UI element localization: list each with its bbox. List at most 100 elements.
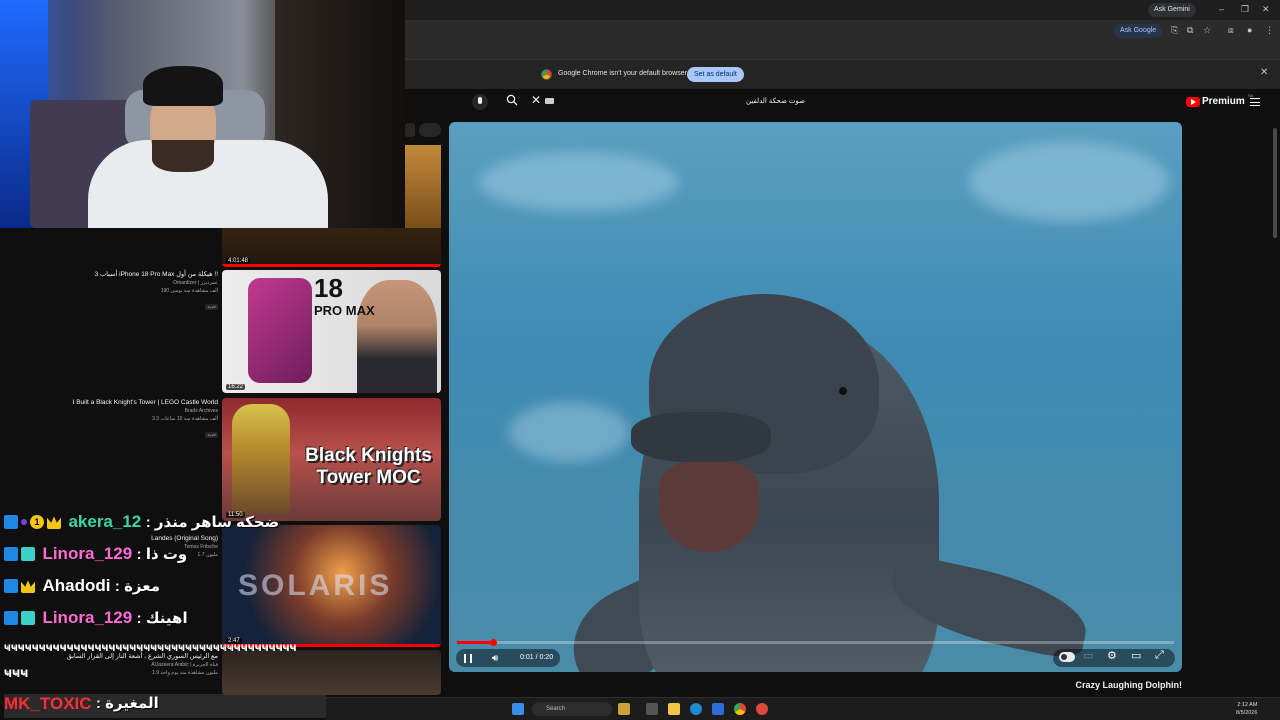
video-info[interactable]: I Built a Black Knight's Tower | LEGO Ca… bbox=[60, 398, 218, 441]
chat-username: MK_TOXIC bbox=[4, 694, 92, 713]
prime-badge-icon bbox=[4, 515, 18, 529]
video-meta: 3.3 ألف مشاهدة منذ 10 ساعات bbox=[152, 416, 218, 422]
ask-google-button[interactable]: Ask Google bbox=[1114, 24, 1163, 38]
autoplay-toggle-icon[interactable] bbox=[1059, 652, 1075, 662]
clock-date: 8/5/2026 bbox=[1236, 710, 1258, 716]
gift-badge-icon bbox=[21, 547, 35, 561]
app-icon[interactable] bbox=[756, 703, 768, 715]
widgets-icon[interactable] bbox=[618, 703, 630, 715]
fullscreen-icon[interactable]: ⤢ bbox=[1155, 649, 1164, 662]
prime-badge-icon bbox=[4, 611, 18, 625]
pause-icon[interactable] bbox=[464, 654, 472, 663]
chat-message: MK_TOXIC : المغيرة bbox=[4, 694, 326, 718]
subtitles-icon[interactable]: ▭ bbox=[1083, 649, 1093, 662]
chat-username: Linora_129 bbox=[42, 608, 133, 627]
gift-badge-icon bbox=[21, 611, 35, 625]
crown-badge-icon bbox=[47, 516, 61, 529]
progress-bar[interactable] bbox=[457, 639, 1174, 646]
search-input[interactable]: صوت ضحكة الدلفين bbox=[705, 97, 805, 105]
task-view-icon[interactable] bbox=[646, 703, 658, 715]
sub-dot-icon bbox=[21, 519, 27, 525]
streamer-cap bbox=[143, 66, 223, 106]
duration-badge: 16:22 bbox=[226, 384, 246, 390]
dolphin-eye bbox=[839, 387, 847, 395]
water-highlight bbox=[479, 152, 679, 212]
start-icon[interactable] bbox=[512, 703, 524, 715]
chrome-icon[interactable] bbox=[734, 703, 746, 715]
video-info[interactable]: 3 أسباب iPhone 18 Pro Max هيكلة من أول !… bbox=[60, 270, 218, 313]
youtube-premium-label[interactable]: Premium bbox=[1202, 96, 1245, 107]
chat-text: : وت ذا bbox=[136, 546, 188, 563]
set-as-default-button[interactable]: Set as default bbox=[687, 67, 744, 82]
settings-gear-icon[interactable]: ⚙ bbox=[1107, 649, 1117, 662]
channel-name[interactable]: Brads Archives bbox=[60, 407, 218, 415]
minimize-icon[interactable]: – bbox=[1219, 4, 1224, 14]
youtube-header: ✕ صوت ضحكة الدلفين Premium SA bbox=[405, 89, 1280, 115]
prime-badge-icon bbox=[4, 547, 18, 561]
chip[interactable] bbox=[419, 123, 441, 137]
chat-spam-line: ҹҹҹ bbox=[4, 664, 29, 680]
video-thumbnail[interactable] bbox=[222, 650, 441, 695]
screen: Ask Gemini – ❐ ✕ Ask Google ⎘ ⧉ ☆ ⧈ ● ⋮ … bbox=[0, 0, 1280, 720]
volume-icon[interactable]: 🔊︎ bbox=[492, 653, 498, 664]
chat-message: Linora_129 : وت ذا bbox=[4, 544, 187, 566]
chat-spam-line: ҹҹҹҹҹҹҹҹҹҹҹҹҹҹҹҹҹҹҹҹҹҹҹҹҹҹҹҹҹҹҹҹҹҹҹҹҹҹҹҹ… bbox=[4, 640, 297, 654]
clear-search-icon[interactable]: ✕ bbox=[531, 93, 541, 107]
profile-icon[interactable]: ● bbox=[1247, 25, 1252, 35]
video-info-title[interactable]: I Built a Black Knight's Tower | LEGO Ca… bbox=[60, 398, 218, 407]
keyboard-icon[interactable] bbox=[545, 98, 554, 104]
chat-text: : المغيرة bbox=[96, 695, 159, 712]
install-icon[interactable]: ⧉ bbox=[1187, 25, 1193, 36]
video-thumbnail[interactable]: Black Knights Tower MOC 11:50 bbox=[222, 398, 441, 521]
video-thumbnail[interactable]: SOLARIS 2:47 bbox=[222, 525, 441, 647]
badge-one-icon: 1 bbox=[30, 515, 44, 529]
presenter-image bbox=[357, 280, 437, 393]
voice-search-icon[interactable] bbox=[472, 94, 488, 110]
restore-icon[interactable]: ❐ bbox=[1241, 4, 1249, 15]
infobar-close-icon[interactable]: ✕ bbox=[1260, 67, 1268, 78]
thumbnail-text: Black Knights Tower MOC bbox=[305, 445, 432, 488]
hamburger-menu-icon[interactable] bbox=[1250, 98, 1260, 106]
dolphin-snout bbox=[631, 412, 771, 462]
ask-gemini-button[interactable]: Ask Gemini bbox=[1148, 3, 1196, 17]
chat-message: Ahadodi : معزة bbox=[4, 576, 160, 598]
video-info-title[interactable]: Landes (Original Song) bbox=[60, 534, 218, 543]
streamer-beard bbox=[152, 140, 214, 172]
channel-name[interactable]: Omardizer | عمرديزر bbox=[60, 279, 218, 287]
chat-username: Linora_129 bbox=[42, 544, 133, 563]
bookmark-star-icon[interactable]: ☆ bbox=[1203, 25, 1211, 36]
water-highlight bbox=[509, 402, 629, 462]
video-meta: 1.9 مليون مشاهدة منذ يوم واحد bbox=[152, 670, 218, 676]
youtube-logo-icon[interactable] bbox=[1186, 97, 1200, 107]
chip-prev[interactable] bbox=[405, 123, 415, 137]
search-icon[interactable] bbox=[506, 94, 518, 106]
file-explorer-icon[interactable] bbox=[668, 703, 680, 715]
windows-taskbar: Search 2:12 AM 8/5/2026 bbox=[326, 697, 1280, 720]
extensions-icon[interactable]: ⧈ bbox=[1228, 25, 1234, 36]
new-badge: جديد bbox=[205, 304, 218, 310]
dolphin-mouth bbox=[659, 462, 759, 552]
clock-time: 2:12 AM bbox=[1237, 702, 1258, 708]
time-display: 0:01 / 0:20 bbox=[520, 654, 554, 661]
video-info[interactable]: مع الرئيس السوري الشرع ، أشعة النار إلى … bbox=[60, 652, 218, 677]
video-player[interactable]: 🔊︎ 0:01 / 0:20 ▭ ⚙ ▭ ⤢ bbox=[449, 122, 1182, 672]
prime-badge-icon bbox=[4, 579, 18, 593]
scrubber-handle[interactable] bbox=[489, 639, 497, 646]
progress-fill bbox=[457, 641, 493, 644]
chat-text: : معزة bbox=[114, 578, 161, 595]
close-window-icon[interactable]: ✕ bbox=[1262, 4, 1270, 15]
more-menu-icon[interactable]: ⋮ bbox=[1265, 25, 1274, 36]
page-scrollbar[interactable] bbox=[1273, 128, 1277, 238]
theater-mode-icon[interactable]: ▭ bbox=[1131, 649, 1141, 662]
chat-text: : ضحكه ساهر منذر bbox=[145, 514, 280, 531]
edge-icon[interactable] bbox=[690, 703, 702, 715]
translate-icon[interactable]: ⎘ bbox=[1171, 25, 1178, 36]
water-highlight bbox=[969, 142, 1169, 222]
video-thumbnail[interactable]: 18 PRO MAX 16:22 bbox=[222, 270, 441, 393]
thumbnail-text: 18 bbox=[314, 273, 343, 303]
channel-name[interactable]: AlJazeera Arabic | قناة الجزيرة bbox=[60, 661, 218, 669]
video-info-title[interactable]: 3 أسباب iPhone 18 Pro Max هيكلة من أول !… bbox=[60, 270, 218, 279]
taskbar-search[interactable]: Search bbox=[532, 702, 612, 716]
system-clock[interactable]: 2:12 AM 8/5/2026 bbox=[1236, 701, 1257, 717]
store-icon[interactable] bbox=[712, 703, 724, 715]
